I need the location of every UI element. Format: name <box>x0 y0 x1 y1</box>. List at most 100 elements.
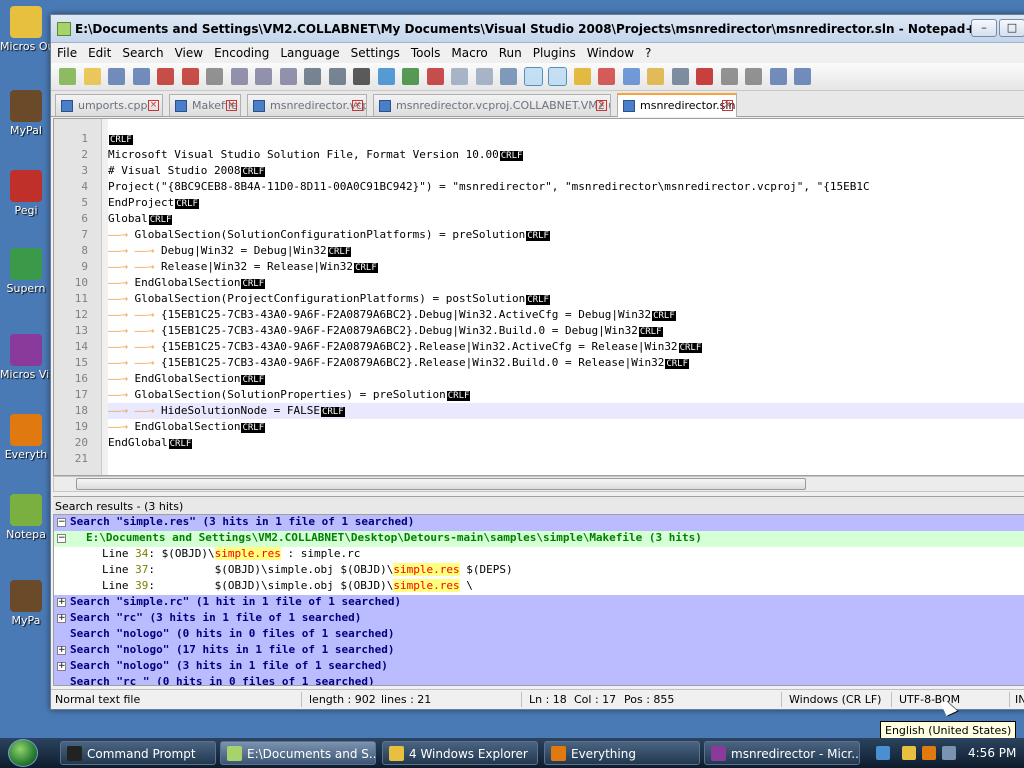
scrollbar-thumb[interactable] <box>76 478 806 490</box>
menu-plugins[interactable]: Plugins <box>527 43 581 60</box>
menu-run[interactable]: Run <box>493 43 527 60</box>
run-macro-icon[interactable] <box>770 68 787 85</box>
collapse-icon[interactable]: − <box>57 518 66 527</box>
menu-file[interactable]: File <box>51 43 82 60</box>
everything-tray-icon[interactable] <box>922 746 936 760</box>
sync-vertical-icon[interactable] <box>451 68 468 85</box>
menu-window[interactable]: Window <box>581 43 639 60</box>
minimize-button[interactable]: – <box>971 19 997 37</box>
udl-icon[interactable] <box>574 68 591 85</box>
search-query-row[interactable]: Search "rc " (0 hits in 0 files of 1 sea… <box>54 675 1024 685</box>
menu-view[interactable]: View <box>169 43 208 60</box>
desktop-shortcut[interactable]: Micros Outlo <box>0 6 52 53</box>
line-number: 18 <box>74 404 88 417</box>
play-macro-icon[interactable] <box>745 68 762 85</box>
expand-icon[interactable]: + <box>57 662 66 671</box>
save-all-icon[interactable] <box>133 68 150 85</box>
desktop-shortcut[interactable]: Micros Visual St <box>0 334 52 381</box>
collapse-icon[interactable]: − <box>57 534 66 543</box>
search-query-row[interactable]: + Search "nologo" (3 hits in 1 file of 1 … <box>54 659 1024 675</box>
menu-help[interactable]: ? <box>639 43 656 60</box>
indent-guide-icon[interactable] <box>548 67 567 86</box>
tab-msnredirector-sln[interactable]: msnredirector.sln × <box>617 93 737 117</box>
keyboard-layout-icon[interactable] <box>876 746 890 760</box>
open-file-icon[interactable] <box>84 68 101 85</box>
desktop-shortcut[interactable]: MyPa <box>0 580 52 627</box>
tab-close-icon[interactable]: × <box>722 100 733 111</box>
save-icon[interactable] <box>108 68 125 85</box>
paste-icon[interactable] <box>280 68 297 85</box>
taskbar-clock[interactable]: 4:56 PM <box>968 746 1016 760</box>
menu-search[interactable]: Search <box>116 43 168 60</box>
menu-encoding[interactable]: Encoding <box>208 43 274 60</box>
volume-icon[interactable] <box>942 746 956 760</box>
doc-map-icon[interactable] <box>598 68 615 85</box>
show-all-chars-icon[interactable] <box>524 67 543 86</box>
word-wrap-icon[interactable] <box>500 68 517 85</box>
taskbar-button[interactable]: E:\Documents and S... <box>220 741 376 765</box>
cut-icon[interactable] <box>231 68 248 85</box>
redo-icon[interactable] <box>329 68 346 85</box>
undo-icon[interactable] <box>304 68 321 85</box>
desktop-shortcut[interactable]: Everyth <box>0 414 52 461</box>
tab-umports-cpp[interactable]: umports.cpp × <box>55 94 163 116</box>
search-results-panel[interactable]: − Search "simple.res" (3 hits in 1 file o… <box>53 514 1024 686</box>
search-hit-line[interactable]: Line 37: $(OBJD)\simple.obj $(OBJD)\simp… <box>54 563 1024 579</box>
close-all-icon[interactable] <box>182 68 199 85</box>
sync-horizontal-icon[interactable] <box>476 68 493 85</box>
find-icon[interactable] <box>353 68 370 85</box>
maximize-button[interactable]: □ <box>999 19 1024 37</box>
taskbar-button[interactable]: Everything <box>544 741 700 765</box>
search-query-row[interactable]: + Search "rc" (3 hits in 1 file of 1 sear… <box>54 611 1024 627</box>
start-button[interactable] <box>8 739 38 767</box>
save-macro-icon[interactable] <box>794 68 811 85</box>
tab-close-icon[interactable]: × <box>226 100 237 111</box>
taskbar-button[interactable]: Command Prompt <box>60 741 216 765</box>
record-macro-icon[interactable] <box>696 68 713 85</box>
zoom-in-icon[interactable] <box>402 68 419 85</box>
desktop-shortcut[interactable]: MyPal <box>0 90 52 137</box>
search-result-file[interactable]: − E:\Documents and Settings\VM2.COLLABNET… <box>54 531 1024 547</box>
taskbar-button[interactable]: msnredirector - Micr... <box>704 741 860 765</box>
zoom-out-icon[interactable] <box>427 68 444 85</box>
network-icon[interactable] <box>902 746 916 760</box>
tab-close-icon[interactable]: × <box>148 100 159 111</box>
desktop-shortcut[interactable]: Pegi <box>0 170 52 217</box>
menu-tools[interactable]: Tools <box>405 43 446 60</box>
tab-close-icon[interactable]: × <box>596 100 607 111</box>
tab-makefile[interactable]: Makefile × <box>169 94 241 116</box>
print-icon[interactable] <box>206 68 223 85</box>
replace-icon[interactable] <box>378 68 395 85</box>
menu-language[interactable]: Language <box>274 43 344 60</box>
search-query-row[interactable]: − Search "simple.res" (3 hits in 1 file o… <box>54 515 1024 531</box>
title-bar[interactable]: E:\Documents and Settings\VM2.COLLABNET\… <box>51 15 1024 43</box>
function-list-icon[interactable] <box>623 68 640 85</box>
code-text: EndProject <box>108 196 175 209</box>
stop-macro-icon[interactable] <box>721 68 738 85</box>
expand-icon[interactable]: + <box>57 614 66 623</box>
code-editor[interactable]: 1 2 3 4 5 6 7 8 9 10 11 12 13 14 15 16 17 18 19 20 21 CRLF Mi… <box>53 118 1024 476</box>
folder-workspace-icon[interactable] <box>647 68 664 85</box>
tab-msnredirector-vcproj-collabnet-vm2-user[interactable]: msnredirector.vcproj.COLLABNET.VM2.user × <box>373 94 611 116</box>
menu-macro[interactable]: Macro <box>445 43 492 60</box>
expand-icon[interactable]: + <box>57 598 66 607</box>
menu-edit[interactable]: Edit <box>82 43 116 60</box>
search-query-row[interactable]: + Search "simple.rc" (1 hit in 1 file of … <box>54 595 1024 611</box>
expand-icon[interactable]: + <box>57 646 66 655</box>
search-hit-line[interactable]: Line 39: $(OBJD)\simple.obj $(OBJD)\simp… <box>54 579 1024 595</box>
horizontal-scrollbar[interactable] <box>53 476 1024 492</box>
desktop-shortcut[interactable]: Supern <box>0 248 52 295</box>
line-number: 16 <box>74 372 88 385</box>
menu-settings[interactable]: Settings <box>345 43 405 60</box>
tab-close-icon[interactable]: × <box>352 100 363 111</box>
search-query-row[interactable]: Search "nologo" (0 hits in 0 files of 1 … <box>54 627 1024 643</box>
copy-icon[interactable] <box>255 68 272 85</box>
desktop-shortcut[interactable]: Notepa <box>0 494 52 541</box>
monitor-icon[interactable] <box>672 68 689 85</box>
taskbar-button[interactable]: 4 Windows Explorer <box>382 741 538 765</box>
tab-msnredirector-vcproj[interactable]: msnredirector.vcproj× <box>247 94 367 116</box>
new-file-icon[interactable] <box>59 68 76 85</box>
search-query-row[interactable]: + Search "nologo" (17 hits in 1 file of 1… <box>54 643 1024 659</box>
search-hit-line[interactable]: Line 34: $(OBJD)\simple.res : simple.rc <box>54 547 1024 563</box>
close-icon[interactable] <box>157 68 174 85</box>
